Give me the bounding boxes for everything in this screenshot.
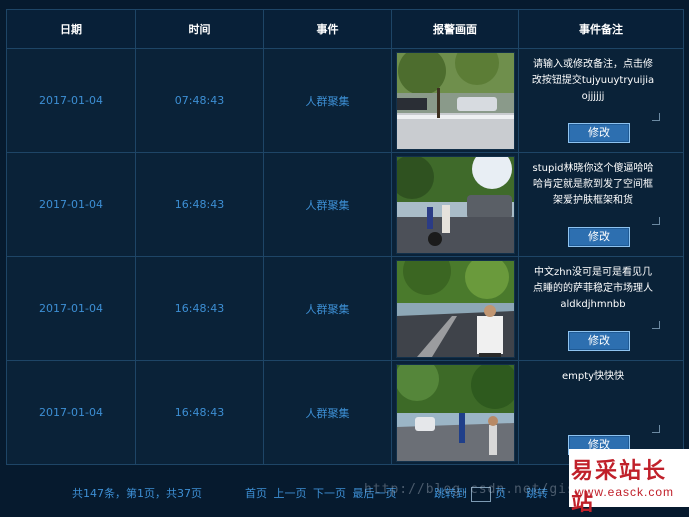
table-row: 2017-01-04 07:48:43 人群聚集 请输入或修改备注，点击修改按钮… — [6, 48, 684, 153]
table-row: 2017-01-04 16:48:43 人群聚集 — [6, 152, 684, 257]
alarm-image-thumbnail[interactable] — [395, 363, 515, 462]
logo-url: www.easck.com — [575, 485, 675, 499]
header-time: 时间 — [135, 9, 264, 49]
edit-button[interactable]: 修改 — [568, 227, 630, 247]
remark-textarea[interactable]: stupid林晓你这个傻逼哈哈哈肯定就是款到发了空间框架爱护肤框架和货 — [531, 161, 655, 209]
remark-textarea[interactable]: 中文zhn没可是可是看见几点睡的的萨菲稳定市场理人aldkdjhmnbb — [531, 265, 655, 313]
row-event-link[interactable]: 人群聚集 — [263, 48, 392, 153]
row-remark-cell: 请输入或修改备注，点击修改按钮提交tujyuuytryuijiaojjjjjj … — [518, 48, 684, 153]
alarm-image-thumbnail[interactable] — [395, 155, 515, 254]
resize-handle-icon[interactable] — [652, 425, 660, 433]
pagination-summary: 共147条，第1页，共37页 — [72, 487, 202, 500]
row-time: 07:48:43 — [135, 48, 264, 153]
watermark-text: http://blog.csdn.net/gis — [364, 482, 576, 497]
remark-textarea[interactable]: empty快快快 — [531, 369, 655, 385]
header-date: 日期 — [6, 9, 136, 49]
row-date: 2017-01-04 — [6, 360, 136, 465]
alarm-image-thumbnail[interactable] — [395, 259, 515, 358]
resize-handle-icon[interactable] — [652, 321, 660, 329]
row-image-cell — [391, 360, 519, 465]
row-image-cell — [391, 48, 519, 153]
alarm-image-thumbnail[interactable] — [395, 51, 515, 150]
edit-button[interactable]: 修改 — [568, 331, 630, 351]
row-date: 2017-01-04 — [6, 152, 136, 257]
row-image-cell — [391, 256, 519, 361]
row-event-link[interactable]: 人群聚集 — [263, 256, 392, 361]
header-event: 事件 — [263, 9, 392, 49]
row-time: 16:48:43 — [135, 256, 264, 361]
row-remark-cell: 中文zhn没可是可是看见几点睡的的萨菲稳定市场理人aldkdjhmnbb 修改 — [518, 256, 684, 361]
table-header-row: 日期 时间 事件 报警画面 事件备注 — [6, 9, 684, 49]
table-row: 2017-01-04 16:48:43 人群聚集 — [6, 256, 684, 361]
header-alarm-image: 报警画面 — [391, 9, 519, 49]
event-table: 日期 时间 事件 报警画面 事件备注 2017-01-04 07:48:43 人… — [6, 9, 684, 465]
row-event-link[interactable]: 人群聚集 — [263, 360, 392, 465]
resize-handle-icon[interactable] — [652, 217, 660, 225]
row-event-link[interactable]: 人群聚集 — [263, 152, 392, 257]
row-remark-cell: stupid林晓你这个傻逼哈哈哈肯定就是款到发了空间框架爱护肤框架和货 修改 — [518, 152, 684, 257]
edit-button[interactable]: 修改 — [568, 123, 630, 143]
row-date: 2017-01-04 — [6, 48, 136, 153]
row-time: 16:48:43 — [135, 360, 264, 465]
row-image-cell — [391, 152, 519, 257]
resize-handle-icon[interactable] — [652, 113, 660, 121]
next-page-link[interactable]: 下一页 — [313, 487, 346, 500]
remark-textarea[interactable]: 请输入或修改备注，点击修改按钮提交tujyuuytryuijiaojjjjjj — [531, 57, 655, 105]
site-logo: 易采站长站 www.easck.com — [569, 449, 689, 516]
row-time: 16:48:43 — [135, 152, 264, 257]
header-remark: 事件备注 — [518, 9, 684, 49]
first-page-link[interactable]: 首页 — [245, 487, 267, 500]
prev-page-link[interactable]: 上一页 — [274, 487, 307, 500]
row-date: 2017-01-04 — [6, 256, 136, 361]
